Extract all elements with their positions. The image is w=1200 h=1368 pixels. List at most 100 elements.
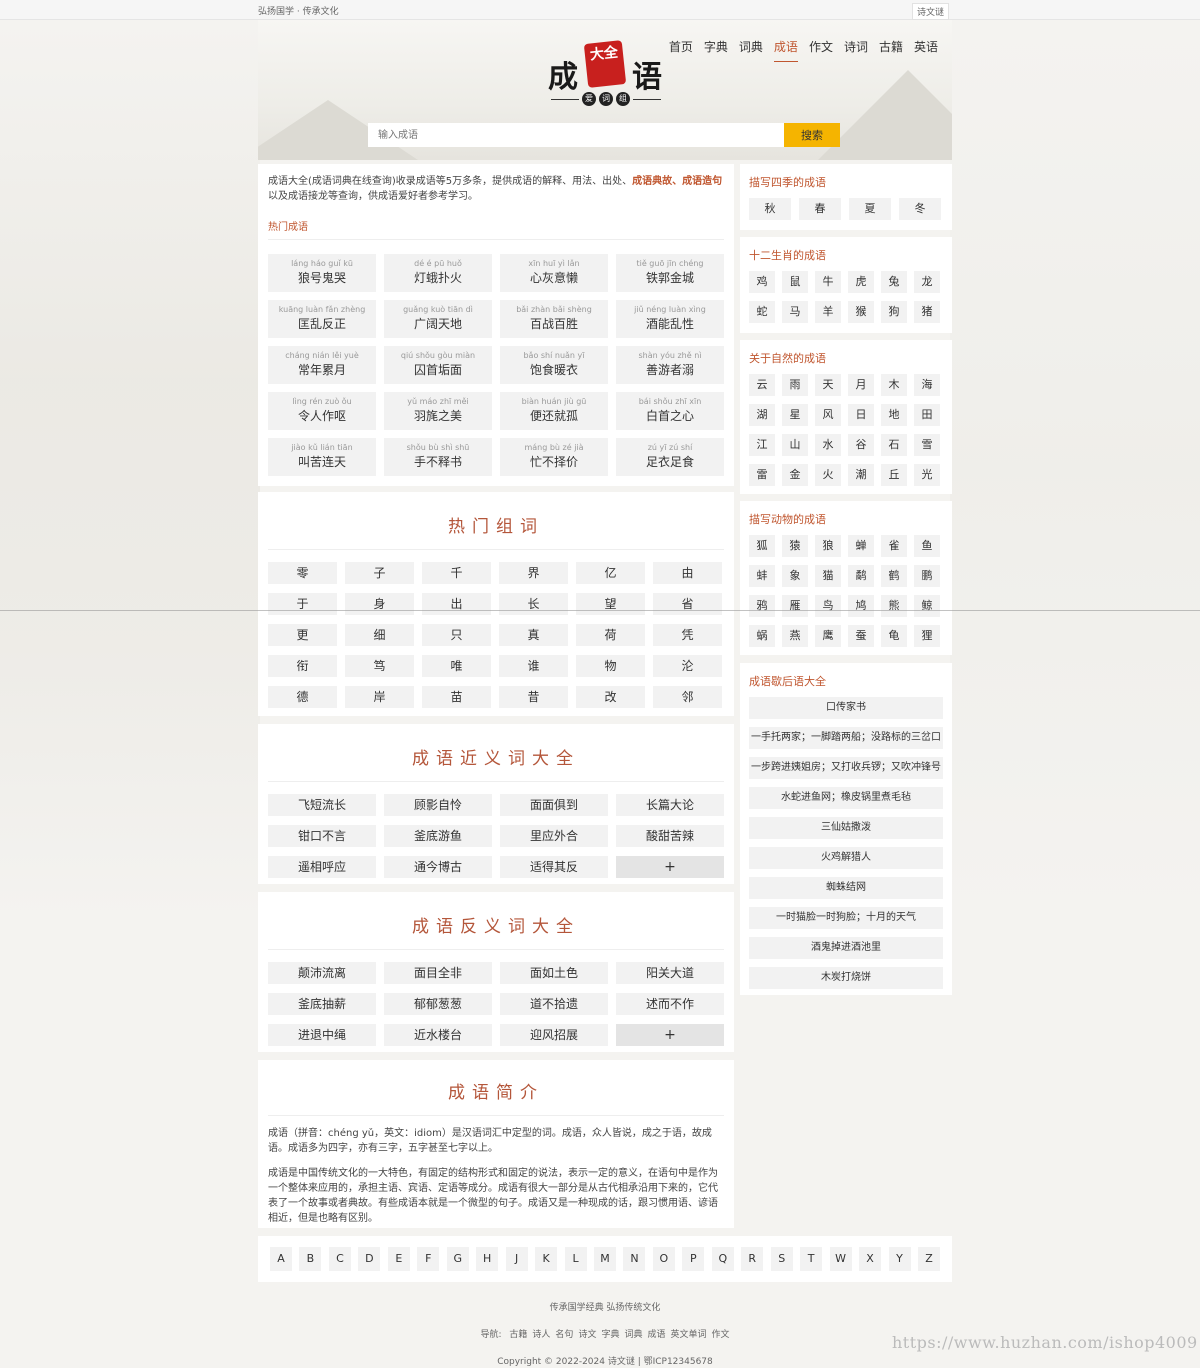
word-link[interactable]: 鹤 xyxy=(881,565,907,587)
alphabet-letter[interactable]: Y xyxy=(888,1247,911,1271)
word-link[interactable]: 蚕 xyxy=(848,625,874,647)
word-link[interactable]: 兔 xyxy=(881,271,907,293)
word-link[interactable]: 颠沛流离 xyxy=(268,962,376,984)
word-link[interactable]: 出 xyxy=(422,593,491,615)
idiom-card[interactable]: bái shǒu zhī xīn 白首之心 xyxy=(616,392,724,430)
alphabet-letter[interactable]: Z xyxy=(917,1247,940,1271)
xiehouyu-item[interactable]: 一步跨进姨姐房；又打收兵锣；又吹冲锋号 xyxy=(749,757,943,779)
word-link[interactable]: 鲸 xyxy=(914,595,940,617)
word-link[interactable]: 狐 xyxy=(749,535,775,557)
word-link[interactable]: 身 xyxy=(345,593,414,615)
word-link[interactable]: 望 xyxy=(576,593,645,615)
word-link[interactable]: 山 xyxy=(782,434,808,456)
site-link[interactable]: 诗文谜 xyxy=(912,3,950,20)
footer-nav-link[interactable]: 成语 xyxy=(647,1330,665,1340)
word-link[interactable]: 真 xyxy=(499,624,568,646)
word-link[interactable]: 细 xyxy=(345,624,414,646)
word-link[interactable]: 虎 xyxy=(848,271,874,293)
word-link[interactable]: 釜底抽薪 xyxy=(268,993,376,1015)
nav-item-2[interactable]: 词典 xyxy=(739,38,763,62)
word-link[interactable]: 云 xyxy=(749,374,775,396)
word-link[interactable]: 海 xyxy=(914,374,940,396)
word-link[interactable]: 蝉 xyxy=(848,535,874,557)
alphabet-letter[interactable]: H xyxy=(476,1247,499,1271)
word-link[interactable]: 猫 xyxy=(815,565,841,587)
word-link[interactable]: 近水楼台 xyxy=(384,1024,492,1046)
word-link[interactable]: 面如土色 xyxy=(500,962,608,984)
word-link[interactable]: 蛇 xyxy=(749,301,775,323)
idiom-card[interactable]: biàn huán jiù gū 便还就孤 xyxy=(500,392,608,430)
word-link[interactable]: 面目全非 xyxy=(384,962,492,984)
idiom-card[interactable]: dé é pū huǒ 灯蛾扑火 xyxy=(384,254,492,292)
nav-item-0[interactable]: 首页 xyxy=(669,38,693,62)
idiom-card[interactable]: tiě guō jīn chéng 铁郭金城 xyxy=(616,254,724,292)
word-link[interactable]: 秋 xyxy=(749,198,791,220)
word-link[interactable]: 鹏 xyxy=(914,565,940,587)
word-link[interactable]: 日 xyxy=(848,404,874,426)
more-button[interactable]: + xyxy=(616,856,724,878)
word-link[interactable]: 地 xyxy=(881,404,907,426)
word-link[interactable]: 通今博古 xyxy=(384,856,492,878)
idiom-card[interactable]: bǎo shí nuǎn yī 饱食暖衣 xyxy=(500,346,608,384)
word-link[interactable]: 进退中绳 xyxy=(268,1024,376,1046)
nav-item-7[interactable]: 英语 xyxy=(914,38,938,62)
word-link[interactable]: 凭 xyxy=(653,624,722,646)
xiehouyu-item[interactable]: 一时猫脸一时狗脸；十月的天气 xyxy=(749,907,943,929)
word-link[interactable]: 顾影自怜 xyxy=(384,794,492,816)
alphabet-letter[interactable]: F xyxy=(417,1247,440,1271)
word-link[interactable]: 羊 xyxy=(815,301,841,323)
word-link[interactable]: 金 xyxy=(782,464,808,486)
word-link[interactable]: 天 xyxy=(815,374,841,396)
word-link[interactable]: 改 xyxy=(576,686,645,708)
search-button[interactable]: 搜索 xyxy=(784,123,840,147)
word-link[interactable]: 飞短流长 xyxy=(268,794,376,816)
word-link[interactable]: 鹰 xyxy=(815,625,841,647)
nav-item-6[interactable]: 古籍 xyxy=(879,38,903,62)
nav-item-4[interactable]: 作文 xyxy=(809,38,833,62)
idiom-card[interactable]: guǎng kuò tiān dì 广阔天地 xyxy=(384,300,492,338)
word-link[interactable]: 牛 xyxy=(815,271,841,293)
word-link[interactable]: 零 xyxy=(268,562,337,584)
word-link[interactable]: 由 xyxy=(653,562,722,584)
alphabet-letter[interactable]: C xyxy=(328,1247,351,1271)
word-link[interactable]: 省 xyxy=(653,593,722,615)
word-link[interactable]: 猪 xyxy=(914,301,940,323)
idiom-card[interactable]: shàn yóu zhě nì 善游者溺 xyxy=(616,346,724,384)
word-link[interactable]: 面面俱到 xyxy=(500,794,608,816)
word-link[interactable]: 钳口不言 xyxy=(268,825,376,847)
alphabet-letter[interactable]: L xyxy=(564,1247,587,1271)
footer-nav-link[interactable]: 作文 xyxy=(712,1330,730,1340)
nav-item-5[interactable]: 诗词 xyxy=(844,38,868,62)
word-link[interactable]: 子 xyxy=(345,562,414,584)
idiom-card[interactable]: máng bù zé jià 忙不择价 xyxy=(500,438,608,476)
word-link[interactable]: 熊 xyxy=(881,595,907,617)
alphabet-letter[interactable]: Q xyxy=(711,1247,734,1271)
alphabet-letter[interactable]: R xyxy=(741,1247,764,1271)
word-link[interactable]: 沦 xyxy=(653,655,722,677)
word-link[interactable]: 阳关大道 xyxy=(616,962,724,984)
word-link[interactable]: 谁 xyxy=(499,655,568,677)
idiom-card[interactable]: bǎi zhàn bǎi shèng 百战百胜 xyxy=(500,300,608,338)
alphabet-letter[interactable]: N xyxy=(623,1247,646,1271)
word-link[interactable]: 适得其反 xyxy=(500,856,608,878)
word-link[interactable]: 龙 xyxy=(914,271,940,293)
word-link[interactable]: 猿 xyxy=(782,535,808,557)
footer-nav-link[interactable]: 诗文 xyxy=(578,1330,596,1340)
word-link[interactable]: 里应外合 xyxy=(500,825,608,847)
word-link[interactable]: 冬 xyxy=(899,198,941,220)
xiehouyu-item[interactable]: 火鸡解猎人 xyxy=(749,847,943,869)
word-link[interactable]: 水 xyxy=(815,434,841,456)
xiehouyu-item[interactable]: 酒鬼掉进酒池里 xyxy=(749,937,943,959)
site-logo[interactable]: 成 大全 语 爱 词 组 xyxy=(544,40,668,112)
word-link[interactable]: 荷 xyxy=(576,624,645,646)
word-link[interactable]: 迎风招展 xyxy=(500,1024,608,1046)
alphabet-letter[interactable]: E xyxy=(387,1247,410,1271)
word-link[interactable]: 笃 xyxy=(345,655,414,677)
word-link[interactable]: 燕 xyxy=(782,625,808,647)
nav-item-3[interactable]: 成语 xyxy=(773,38,798,62)
word-link[interactable]: 狸 xyxy=(914,625,940,647)
word-link[interactable]: 风 xyxy=(815,404,841,426)
footer-nav-link[interactable]: 英文单词 xyxy=(671,1330,707,1340)
word-link[interactable]: 雷 xyxy=(749,464,775,486)
word-link[interactable]: 鸠 xyxy=(848,595,874,617)
